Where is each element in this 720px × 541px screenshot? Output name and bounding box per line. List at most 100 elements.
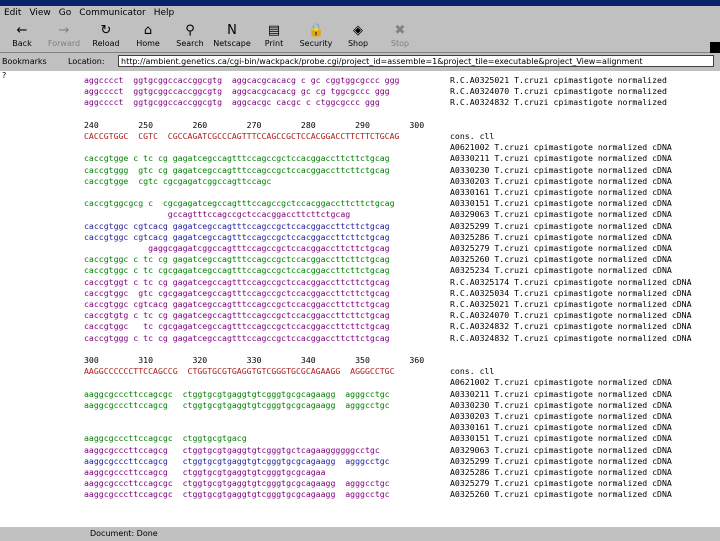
- sequence-label: A0329063 T.cruzi cpimastigote normalized…: [450, 209, 672, 220]
- navigation-toolbar: ← Back → Forward ↻ Reload ⌂ Home ⚲ Search N Netscap…: [0, 20, 720, 70]
- sequence-label: cons. cll: [450, 366, 495, 377]
- sequence-row: aggcccct ggtgcggccaccggcgtg aggcacgcacac…: [84, 75, 400, 85]
- sequence-row: caccgtgtg c tc cg gagatcegccagtttccagccg…: [84, 310, 390, 321]
- menu-item-view[interactable]: View: [25, 8, 54, 18]
- security-icon: 🔒: [308, 23, 325, 38]
- sequence-label: A0330203 T.cruzi cpimastigote normalized…: [450, 411, 672, 421]
- sequence-row: AAGGCCCCCCTTCCAGCCG CTGGTGCGTGAGGTGTCGGG…: [84, 366, 395, 377]
- stop-button[interactable]: ✖ Stop: [380, 22, 420, 51]
- bookmarks-button[interactable]: Bookmarks: [2, 53, 47, 70]
- url-input[interactable]: http://ambient.genetics.ca/cgi-bin/wackp…: [118, 55, 714, 67]
- sequence-row: caccgtggc c tc cg gagatcegccagtttccagccg…: [84, 254, 390, 265]
- print-icon: ▤: [267, 23, 281, 38]
- home-icon: ⌂: [143, 23, 153, 38]
- sequence-label: R.C.A0324832 T.cruzi cpimastigote normal…: [450, 97, 667, 108]
- sequence-label: R.C.A0324832 T.cruzi cpimastigote normal…: [450, 321, 692, 332]
- toolbar-button-label: Print: [264, 39, 284, 48]
- reload-button[interactable]: ↻ Reload: [86, 22, 126, 51]
- sequence-label: R.C.A0325021 T.cruzi cpimastigote normal…: [450, 299, 692, 309]
- sequence-row: aaggcgcccttccagcg ctggtgcgtgaggtgtcgggtg…: [84, 455, 390, 466]
- toolbar-button-label: Stop: [390, 39, 410, 48]
- sequence-row: CACCGTGGC CGTC CGCCAGATCGCCCAGTTTCCAGCCG…: [84, 131, 400, 141]
- netscape-icon: N: [227, 23, 237, 38]
- sequence-row: aaggcgcccttccagcgc ctggtgcgtgaggtgtcgggt…: [84, 489, 390, 500]
- sequence-row: caccgtggc gtc cgcgagatcegccagtttccagccgc…: [84, 287, 390, 298]
- sequence-label: A0325260 T.cruzi cpimastigote normalized…: [450, 489, 672, 500]
- toolbar-button-label: Reload: [92, 39, 120, 48]
- sequence-row: aaggcgcccttccagcg ctggtgcgtgaggtgtcgggtg…: [84, 444, 380, 455]
- sequence-label: A0325260 T.cruzi cpimastigote normalized…: [450, 254, 672, 265]
- netscape-button[interactable]: N Netscape: [212, 22, 252, 51]
- sequence-label: A0325234 T.cruzi cpimastigote normalized…: [450, 265, 672, 276]
- sequence-label: A0330151 T.cruzi cpimastigote normalized…: [450, 198, 672, 209]
- print-button[interactable]: ▤ Print: [254, 22, 294, 51]
- sequence-label: A0325286 T.cruzi cpimastigote normalized…: [450, 231, 672, 242]
- sequence-label: A0330211 T.cruzi cpimastigote normalized…: [450, 388, 672, 399]
- sequence-row: caccgtggg c tc cg gagatcegccagtttccagccg…: [84, 332, 390, 343]
- menu-item-edit[interactable]: Edit: [0, 8, 25, 18]
- help-mark: ?: [2, 71, 7, 80]
- sequence-row: caccgtggc cgtcacg gagatcegccagtttccagccg…: [84, 220, 390, 231]
- sequence-row: aaggcgcccttccagcgc ctggtgcgtgacg: [84, 433, 247, 444]
- home-button[interactable]: ⌂ Home: [128, 22, 168, 51]
- sequence-label: A0325299 T.cruzi cpimastigote normalized…: [450, 220, 672, 231]
- toolbar-button-label: Search: [176, 39, 204, 48]
- back-button[interactable]: ← Back: [2, 22, 42, 51]
- sequence-row: caccgtggcgcg c cgcgagatcegccagtttccagccg…: [84, 198, 395, 209]
- search-icon: ⚲: [185, 23, 195, 38]
- menu-item-communicator[interactable]: Communicator: [75, 8, 149, 18]
- sequence-label: A0329063 T.cruzi cpimastigote normalized…: [450, 444, 672, 455]
- location-bar: Bookmarks Location: http://ambient.genet…: [0, 53, 720, 70]
- sequence-label: R.C.A0324832 T.cruzi cpimastigote normal…: [450, 332, 692, 343]
- forward-icon: →: [58, 23, 70, 38]
- sequence-row: caccgtggc cgtcacg gagatcegccagtttccagccg…: [84, 299, 390, 309]
- sequence-label: A0325279 T.cruzi cpimastigote normalized…: [450, 243, 672, 253]
- sequence-label: R.C.A0325021 T.cruzi cpimastigote normal…: [450, 75, 667, 85]
- sequence-label: A0621002 T.cruzi cpimastigote normalized…: [450, 377, 672, 388]
- sequence-row: gccagtttccagccgctccacggaccttcttctgcag: [84, 209, 351, 220]
- search-button[interactable]: ⚲ Search: [170, 22, 210, 51]
- sequence-row: caccgtggc cgtcacg gagatcegccagtttccagccg…: [84, 231, 390, 242]
- sequence-row: caccgtgge c tc cg gagatcegccagtttccagccg…: [84, 153, 390, 164]
- shop-button[interactable]: ◈ Shop: [338, 22, 378, 51]
- sequence-label: A0330161 T.cruzi cpimastigote normalized…: [450, 187, 672, 197]
- sequence-row: caccgtggc tc cgcgagatcegccagtttccagccgct…: [84, 321, 390, 332]
- sequence-label: A0330230 T.cruzi cpimastigote normalized…: [450, 164, 672, 175]
- sequence-row: aaggcgcccttccagcgc ctggtgcgtgaggtgtcgggt…: [84, 388, 390, 399]
- menu-item-go[interactable]: Go: [55, 8, 75, 18]
- page-content: ? aggcccct ggtgcggccaccggcgtg aggcacgcac…: [0, 71, 720, 526]
- position-ruler: 240 250 260 270 280 290 300: [84, 119, 425, 130]
- sequence-row: aaggcgcccttccagcgc ctggtgcgtgaggtgtcgggt…: [84, 478, 390, 489]
- toolbar-button-label: Security: [299, 39, 333, 48]
- toolbar-button-label: Forward: [47, 39, 81, 48]
- back-icon: ←: [16, 23, 28, 38]
- sequence-row: caccgtgge cgtc cgcgagatcggccagttccagc: [84, 175, 272, 186]
- toolbar-button-label: Netscape: [213, 39, 251, 48]
- sequence-label: A0330230 T.cruzi cpimastigote normalized…: [450, 399, 672, 410]
- sequence-row: aggcccct ggtgcggccaccggcgtg aggcacgcacac…: [84, 86, 390, 97]
- stop-icon: ✖: [394, 23, 406, 38]
- reload-icon: ↻: [100, 23, 112, 38]
- sequence-label: A0621002 T.cruzi cpimastigote normalized…: [450, 142, 672, 153]
- sequence-row: caccgtggc c tc cgcgagatcegccagtttccagccg…: [84, 265, 390, 276]
- sequence-label: A0330211 T.cruzi cpimastigote normalized…: [450, 153, 672, 164]
- sequence-label: R.C.A0324070 T.cruzi cpimastigote normal…: [450, 86, 667, 97]
- sequence-label: A0330203 T.cruzi cpimastigote normalized…: [450, 175, 672, 186]
- forward-button[interactable]: → Forward: [44, 22, 84, 51]
- toolbar-button-label: Shop: [347, 39, 369, 48]
- status-text: Document: Done: [90, 529, 158, 538]
- sequence-label: R.C.A0325034 T.cruzi cpimastigote normal…: [450, 287, 692, 298]
- menu-bar: Edit View Go Communicator Help: [0, 6, 720, 20]
- sequence-row: aaggcgcccttccagcg ctggtgcgtgaggtgtcgggtg…: [84, 399, 390, 410]
- sequence-row: aggcccct ggtgcggccaccggcgtg aggcacgc cac…: [84, 97, 380, 108]
- sequence-row: gaggcgagatcggccagtttccagccgctccacggacctt…: [84, 243, 390, 253]
- status-bar: Document: Done: [0, 526, 720, 541]
- security-button[interactable]: 🔒 Security: [296, 22, 336, 51]
- sequence-label: A0325286 T.cruzi cpimastigote normalized…: [450, 467, 672, 477]
- menu-item-help[interactable]: Help: [150, 8, 179, 18]
- sequence-label: A0330151 T.cruzi cpimastigote normalized…: [450, 433, 672, 444]
- sequence-row: caccgtggt c tc cg gagatcegccagtttccagccg…: [84, 276, 390, 287]
- position-ruler: 300 310 320 330 340 350 360: [84, 355, 425, 365]
- toolbar-button-label: Home: [136, 39, 160, 48]
- toolbar-button-label: Back: [12, 39, 32, 48]
